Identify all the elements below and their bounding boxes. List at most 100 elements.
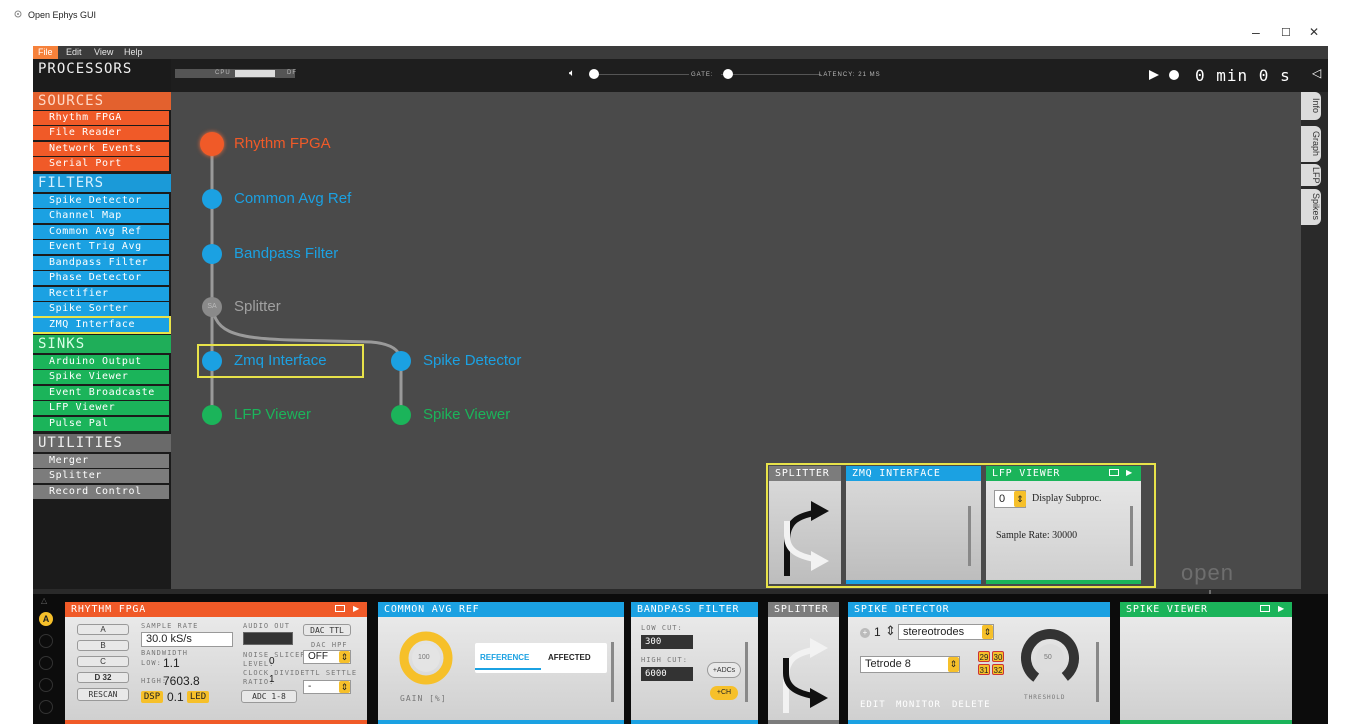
sample-rate-select[interactable]: 30.0 kS/s: [141, 632, 233, 647]
processor-rectifier[interactable]: Rectifier: [33, 287, 169, 301]
channel-29[interactable]: 29: [978, 651, 990, 662]
play-small-icon[interactable]: ▶: [1126, 468, 1132, 477]
utilities-header[interactable]: UTILITIES: [33, 434, 171, 452]
reference-tab[interactable]: REFERENCE: [480, 653, 529, 662]
high-value[interactable]: 7603.8: [163, 674, 200, 688]
count-stepper-icon[interactable]: ⇕: [885, 623, 896, 639]
volume-slider-track[interactable]: [589, 74, 689, 75]
graph-label-zmq-interface[interactable]: Zmq Interface: [234, 352, 327, 369]
processor-splitter[interactable]: Splitter: [33, 469, 169, 483]
signal-chain-slot-2[interactable]: [39, 634, 53, 648]
processor-common-avg-ref[interactable]: Common Avg Ref: [33, 225, 169, 239]
graph-node-zmq-interface[interactable]: [202, 351, 222, 371]
add-adcs-button[interactable]: +ADCs: [707, 662, 741, 678]
add-ch-button[interactable]: +CH: [710, 686, 738, 700]
editor-spike-detector[interactable]: SPIKE DETECTOR + 1 ⇕ stereotrodes ⇕ Tetr…: [848, 602, 1110, 724]
adc-button[interactable]: ADC 1-8: [241, 690, 297, 703]
processor-event-broadcaster[interactable]: Event Broadcaste: [33, 386, 169, 400]
channel-32[interactable]: 32: [992, 664, 1004, 675]
editor-common-avg-ref[interactable]: COMMON AVG REF 100 GAIN [%] REFERENCE AF…: [378, 602, 624, 724]
monitor-button[interactable]: MONITOR: [896, 700, 941, 710]
menu-edit[interactable]: Edit: [61, 46, 87, 59]
ttl-settle-dropdown-icon[interactable]: ⇕: [339, 681, 350, 693]
channel-31[interactable]: 31: [978, 664, 990, 675]
minimize-button[interactable]: –: [1252, 24, 1260, 40]
level-value[interactable]: 0: [269, 656, 275, 667]
menu-help[interactable]: Help: [119, 46, 148, 59]
close-button[interactable]: ✕: [1309, 25, 1319, 39]
signal-chain-slot-5[interactable]: [39, 700, 53, 714]
play-icon[interactable]: [1148, 69, 1160, 81]
processor-merger[interactable]: Merger: [33, 454, 169, 468]
graph-node-rhythm-fpga[interactable]: [200, 132, 224, 156]
window-icon[interactable]: [1109, 469, 1119, 476]
processor-file-reader[interactable]: File Reader: [33, 126, 169, 140]
processor-spike-sorter[interactable]: Spike Sorter: [33, 302, 169, 316]
low-value[interactable]: 1.1: [163, 656, 180, 670]
splitter-arrows-icon[interactable]: [769, 481, 841, 581]
mini-editor-splitter[interactable]: SPLITTER: [769, 466, 841, 584]
sinks-header[interactable]: SINKS: [33, 335, 171, 353]
menu-file[interactable]: File: [33, 46, 58, 59]
processor-phase-detector[interactable]: Phase Detector: [33, 271, 169, 285]
electrode-type-select[interactable]: stereotrodes: [898, 624, 994, 640]
processor-spike-viewer[interactable]: Spike Viewer: [33, 370, 169, 384]
graph-node-common-avg-ref[interactable]: [202, 189, 222, 209]
headstage-a[interactable]: A: [77, 624, 129, 635]
graph-node-lfp-viewer[interactable]: [202, 405, 222, 425]
add-electrode-icon[interactable]: +: [860, 628, 870, 638]
collapse-icon[interactable]: ◁: [1312, 66, 1321, 80]
led-button[interactable]: LED: [187, 691, 209, 703]
graph-label-spike-viewer[interactable]: Spike Viewer: [423, 406, 510, 423]
scroll-up-icon[interactable]: △: [41, 596, 47, 605]
editor-spike-viewer[interactable]: SPIKE VIEWER ▶: [1120, 602, 1292, 724]
splitter-arrows-icon[interactable]: [768, 618, 839, 718]
processor-rhythm-fpga[interactable]: Rhythm FPGA: [33, 111, 169, 125]
headstage-b[interactable]: B: [77, 640, 129, 651]
dac-hpf-dropdown-icon[interactable]: ⇕: [339, 651, 350, 663]
tab-graph[interactable]: Graph: [1301, 126, 1321, 162]
record-icon[interactable]: [1168, 69, 1180, 81]
graph-label-rhythm-fpga[interactable]: Rhythm FPGA: [234, 135, 331, 152]
dac-ttl-button[interactable]: DAC TTL: [303, 624, 351, 636]
dsp-value[interactable]: 0.1: [167, 690, 184, 704]
ratio-value[interactable]: 1: [269, 674, 275, 685]
menu-view[interactable]: View: [89, 46, 118, 59]
tab-lfp[interactable]: LFP: [1301, 164, 1321, 186]
graph-label-common-avg-ref[interactable]: Common Avg Ref: [234, 190, 351, 207]
graph-node-bandpass-filter[interactable]: [202, 244, 222, 264]
spike-detector-scrollbar[interactable]: [1096, 642, 1099, 702]
signal-chain-a-button[interactable]: A: [39, 612, 53, 626]
processor-serial-port[interactable]: Serial Port: [33, 157, 169, 171]
processor-pulse-pal[interactable]: Pulse Pal: [33, 417, 169, 431]
audio-out-selector[interactable]: [243, 632, 293, 645]
mini-zmq-scrollbar[interactable]: [968, 506, 971, 566]
high-cut-input[interactable]: 6000: [641, 667, 693, 681]
graph-label-bandpass-filter[interactable]: Bandpass Filter: [234, 245, 338, 262]
rescan-button[interactable]: RESCAN: [77, 688, 129, 701]
headstage-c[interactable]: C: [77, 656, 129, 667]
car-scrollbar[interactable]: [611, 642, 614, 702]
electrode-type-dropdown-icon[interactable]: ⇕: [982, 625, 993, 639]
window-icon[interactable]: [335, 605, 345, 612]
processor-arduino-output[interactable]: Arduino Output: [33, 355, 169, 369]
sources-header[interactable]: SOURCES: [33, 92, 171, 110]
graph-node-splitter[interactable]: SA: [202, 297, 222, 317]
window-icon[interactable]: [1260, 605, 1270, 612]
graph-node-spike-viewer[interactable]: [391, 405, 411, 425]
processor-network-events[interactable]: Network Events: [33, 142, 169, 156]
subproc-dropdown-icon[interactable]: ⇕: [1014, 491, 1026, 507]
graph-label-spike-detector[interactable]: Spike Detector: [423, 352, 521, 369]
edit-button[interactable]: EDIT: [860, 700, 886, 710]
affected-tab[interactable]: AFFECTED: [548, 653, 591, 662]
editor-rhythm-fpga[interactable]: RHYTHM FPGA ▶ A B C D 32 RESCAN SAMPLE R…: [65, 602, 367, 724]
processor-event-trig-avg[interactable]: Event Trig Avg: [33, 240, 169, 254]
processor-bandpass-filter[interactable]: Bandpass Filter: [33, 256, 169, 270]
editor-bandpass-filter[interactable]: BANDPASS FILTER LOW CUT: 300 HIGH CUT: 6…: [631, 602, 758, 724]
mini-editor-lfp[interactable]: LFP VIEWER ▶ 0 ⇕ Display Subproc. Sample…: [986, 466, 1141, 584]
graph-node-spike-detector[interactable]: [391, 351, 411, 371]
dsp-button[interactable]: DSP: [141, 691, 163, 703]
filters-header[interactable]: FILTERS: [33, 174, 171, 192]
maximize-button[interactable]: ☐: [1281, 26, 1291, 39]
graph-label-lfp-viewer[interactable]: LFP Viewer: [234, 406, 311, 423]
